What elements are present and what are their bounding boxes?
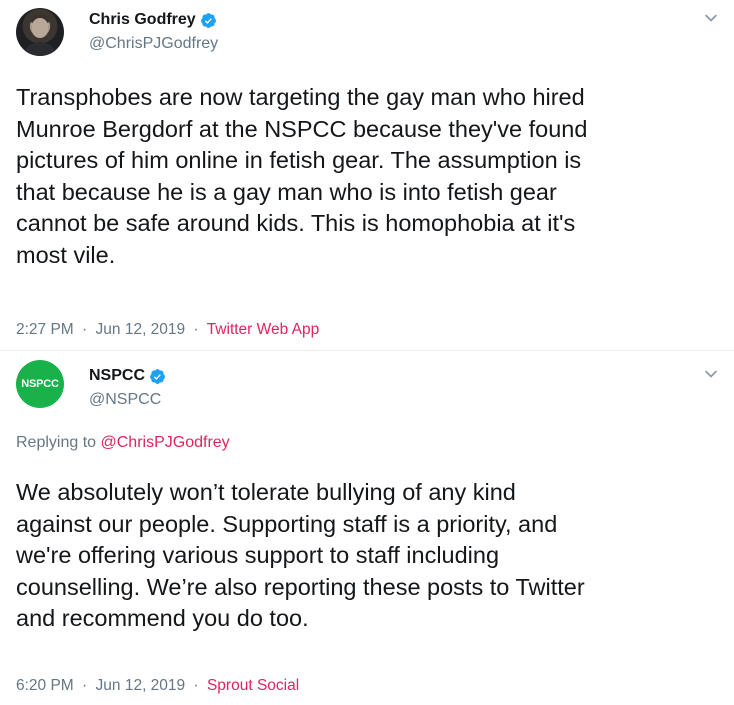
separator: ·: [82, 321, 88, 338]
tweet-chris-godfrey: Chris Godfrey @ChrisPJGodfrey Transphobe…: [0, 0, 734, 350]
tweet-text-line: that because he is a gay man who is into…: [16, 178, 557, 205]
tweet-text-line: against our people. Supporting staff is …: [16, 510, 558, 537]
tweet-text-line: and recommend you do too.: [16, 605, 309, 632]
chevron-down-icon[interactable]: [704, 367, 718, 381]
author-handle[interactable]: @NSPCC: [89, 391, 161, 409]
tweet-text: We absolutely won’t tolerate bullying of…: [16, 477, 722, 635]
separator: ·: [82, 677, 88, 694]
verified-badge-icon: [200, 12, 216, 28]
tweet-text-line: Munroe Bergdorf at the NSPCC because the…: [16, 115, 588, 142]
tweet-text-line: cannot be safe around kids. This is homo…: [16, 210, 576, 237]
tweet-text: Transphobes are now targeting the gay ma…: [16, 82, 722, 272]
tweet-date[interactable]: Jun 12, 2019: [96, 677, 186, 694]
chevron-down-icon[interactable]: [704, 11, 718, 25]
display-name[interactable]: Chris Godfrey: [89, 11, 196, 29]
avatar-face: [32, 18, 48, 38]
nspcc-logo-text: NSPCC: [21, 378, 59, 390]
author-name-row[interactable]: NSPCC: [89, 367, 166, 385]
tweet-time[interactable]: 2:27 PM: [16, 321, 74, 338]
tweet-time[interactable]: 6:20 PM: [16, 677, 74, 694]
separator: ·: [193, 677, 199, 694]
tweet-metadata: 2:27 PM · Jun 12, 2019 · Twitter Web App: [16, 321, 319, 339]
replying-to-label: Replying to: [16, 434, 97, 451]
replying-to-handle-link[interactable]: @ChrisPJGodfrey: [101, 434, 230, 451]
author-name-row[interactable]: Chris Godfrey: [89, 11, 217, 29]
tweet-text-line: most vile.: [16, 241, 116, 268]
replying-to: Replying to @ChrisPJGodfrey: [16, 434, 230, 452]
tweet-text-line: we're offering various support to staff …: [16, 542, 500, 569]
tweet-metadata: 6:20 PM · Jun 12, 2019 · Sprout Social: [16, 677, 299, 695]
avatar-shoulders: [22, 42, 58, 56]
tweet-text-line: pictures of him online in fetish gear. T…: [16, 147, 582, 174]
tweet-date[interactable]: Jun 12, 2019: [96, 321, 186, 338]
separator: ·: [193, 321, 199, 338]
tweet-text-line: Transphobes are now targeting the gay ma…: [16, 84, 585, 110]
tweet-text-line: counselling. We’re also reporting these …: [16, 573, 585, 600]
tweet-source-link[interactable]: Sprout Social: [207, 677, 299, 694]
tweet-text-line: We absolutely won’t tolerate bullying of…: [16, 479, 516, 505]
avatar[interactable]: NSPCC: [16, 360, 64, 408]
tweet-nspcc: NSPCC NSPCC @NSPCC Replying to @ChrisPJG…: [0, 350, 734, 705]
avatar[interactable]: [16, 8, 64, 56]
author-handle[interactable]: @ChrisPJGodfrey: [89, 35, 218, 53]
verified-badge-icon: [150, 368, 165, 384]
tweet-source-link[interactable]: Twitter Web App: [207, 321, 320, 338]
display-name[interactable]: NSPCC: [89, 367, 145, 385]
